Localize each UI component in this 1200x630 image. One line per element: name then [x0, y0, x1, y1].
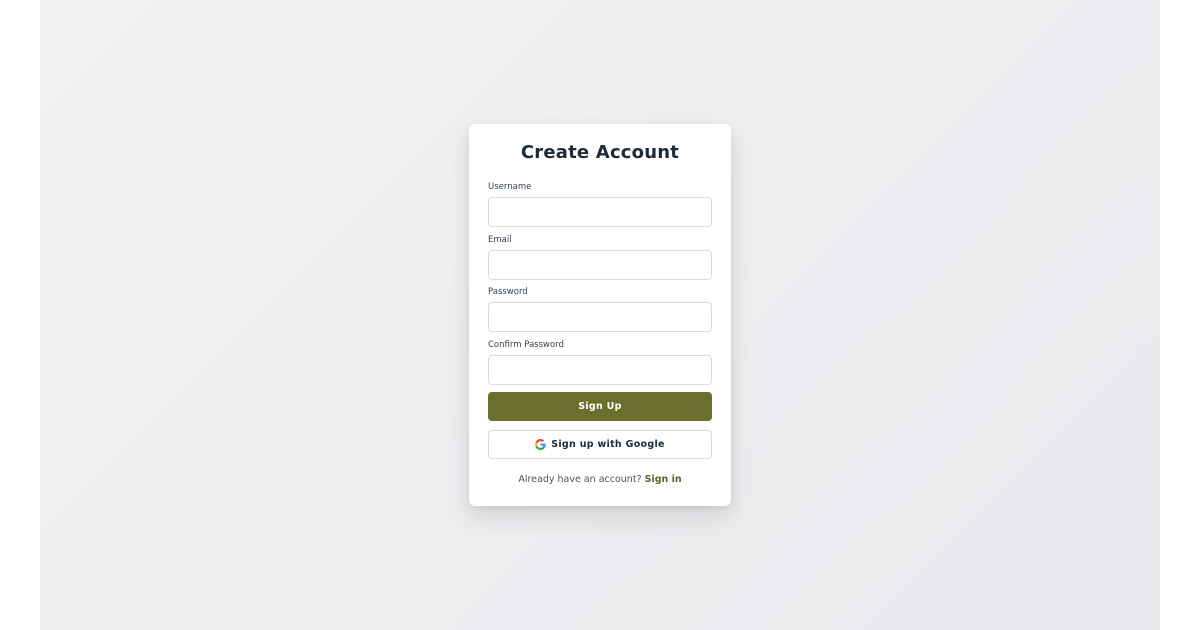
signin-prompt: Already have an account? Sign in — [469, 474, 731, 485]
password-field-group: Password — [488, 287, 712, 332]
username-label: Username — [488, 182, 532, 192]
google-sign-up-label: Sign up with Google — [551, 439, 665, 450]
page-title: Create Account — [520, 142, 680, 163]
username-input[interactable] — [488, 197, 712, 227]
confirm-password-field-group: Confirm Password — [488, 340, 712, 385]
password-input[interactable] — [488, 302, 712, 332]
google-g-icon — [535, 439, 546, 450]
confirm-password-input[interactable] — [488, 355, 712, 385]
username-field-group: Username — [488, 182, 712, 227]
signin-prompt-text: Already have an account? — [518, 474, 642, 485]
sign-up-button[interactable]: Sign Up — [488, 392, 712, 421]
email-input[interactable] — [488, 250, 712, 280]
email-field-group: Email — [488, 235, 712, 280]
page-background: Create Account Username Email Password C… — [40, 0, 1160, 630]
signup-card: Create Account Username Email Password C… — [469, 124, 731, 506]
email-label: Email — [488, 235, 512, 245]
google-sign-up-button[interactable]: Sign up with Google — [488, 430, 712, 459]
confirm-password-label: Confirm Password — [488, 340, 564, 350]
password-label: Password — [488, 287, 528, 297]
sign-in-link[interactable]: Sign in — [645, 474, 682, 485]
